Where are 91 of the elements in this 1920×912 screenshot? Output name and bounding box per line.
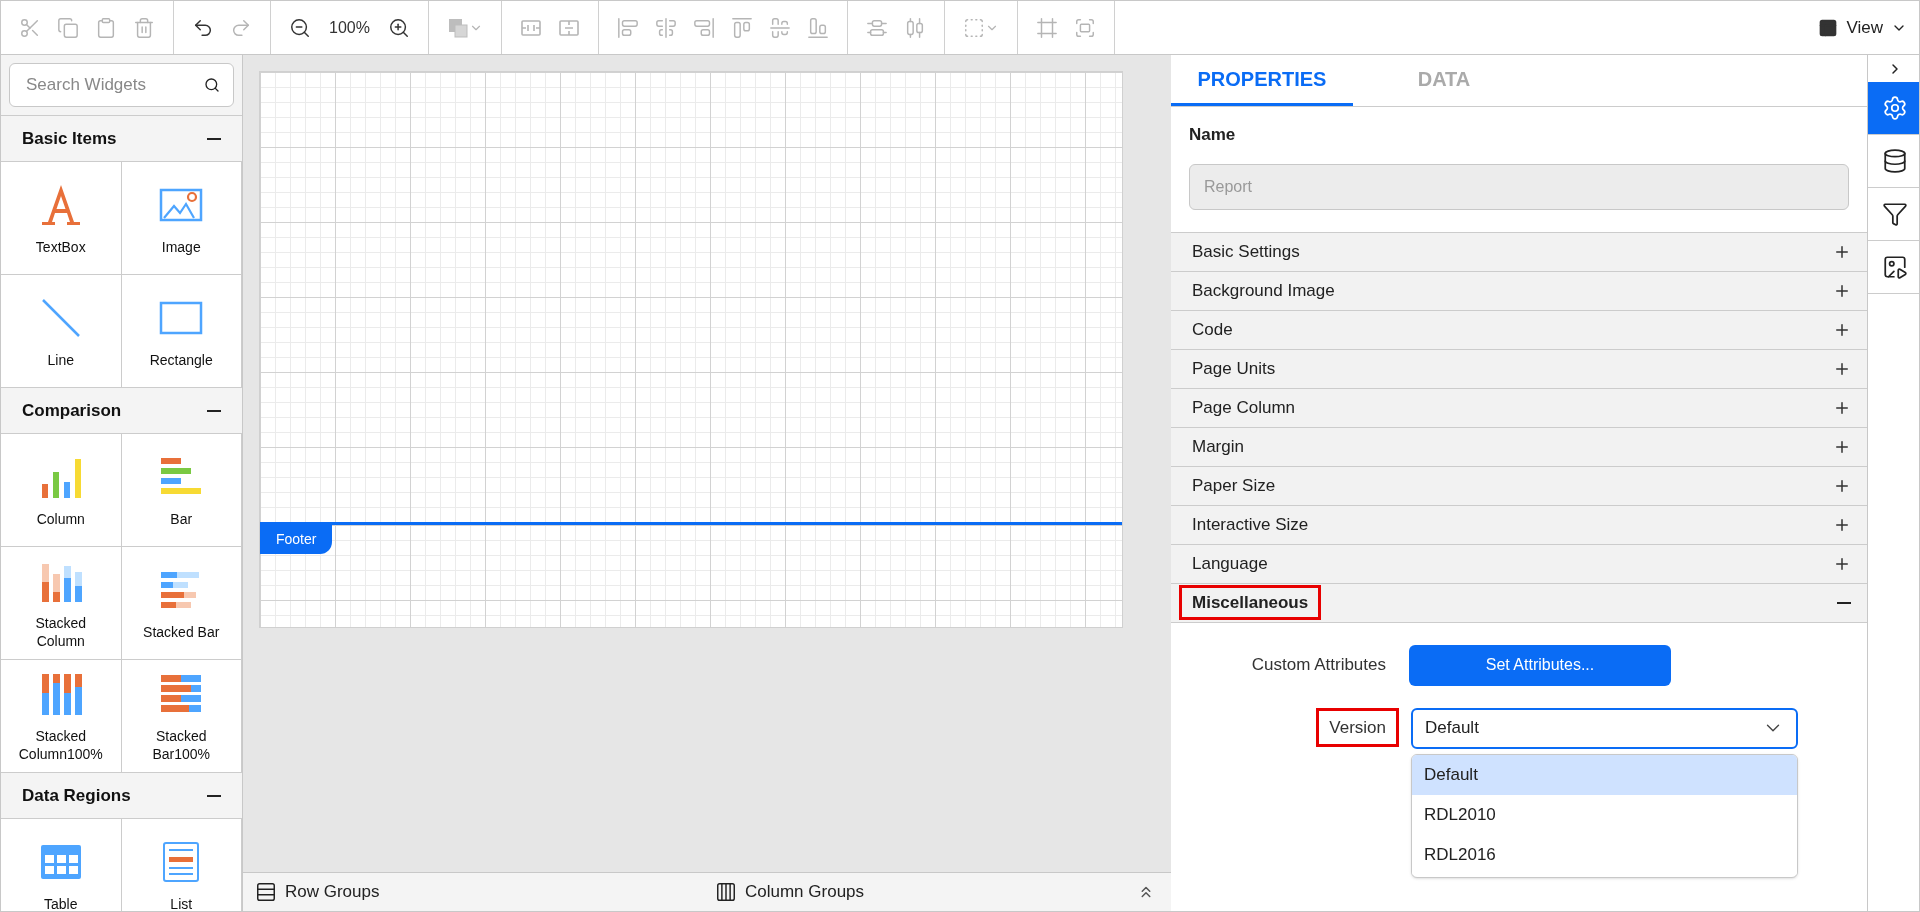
- group-button[interactable]: Column Groups: [715, 879, 865, 905]
- align-right-icon: [692, 16, 715, 39]
- widget-tile[interactable]: Table: [1, 819, 122, 911]
- panel-tab[interactable]: PROPERTIES: [1171, 55, 1353, 106]
- widget-label: Stacked Bar: [143, 623, 220, 641]
- accordion-header[interactable]: Miscellaneous: [1171, 583, 1867, 623]
- widget-label: Image: [161, 238, 201, 256]
- database-icon: [1881, 148, 1908, 174]
- widget-label: Stacked Column100%: [18, 727, 103, 763]
- name-label: Name: [1189, 124, 1237, 146]
- version-dropdown[interactable]: Default: [1411, 707, 1798, 749]
- accordion-title: Code: [1191, 318, 1234, 341]
- field-label: Version: [1316, 707, 1399, 747]
- dropdown-option[interactable]: RDL2016: [1412, 834, 1797, 875]
- minus-icon: [207, 137, 221, 140]
- accordion-title: Miscellaneous: [1179, 584, 1322, 621]
- align-top-icon: [730, 16, 753, 39]
- align-left-icon: [616, 16, 639, 39]
- clipboard-icon: [95, 16, 117, 39]
- accordion-header[interactable]: Page Units: [1171, 349, 1867, 389]
- layout-icon: [1818, 17, 1839, 38]
- widget-tile[interactable]: Bar: [121, 434, 242, 547]
- settings-icon: [1881, 95, 1908, 121]
- dashed-square-icon: [962, 16, 985, 39]
- widget-label: Stacked Column: [34, 614, 88, 650]
- minus-icon: [1837, 601, 1851, 604]
- widget-label: Stacked Bar100%: [151, 727, 212, 763]
- accordion-title: Page Column: [1191, 396, 1296, 419]
- accordion-header[interactable]: Basic Settings: [1171, 232, 1867, 272]
- fill-color-icon: [446, 16, 469, 39]
- image-settings-icon: [1881, 254, 1908, 280]
- frame-icon: [1035, 16, 1058, 39]
- align-bottom-icon: [806, 16, 829, 39]
- accordion-title: Interactive Size: [1191, 513, 1310, 536]
- zoom-out-icon: [289, 16, 311, 39]
- minus-icon: [207, 409, 221, 412]
- dropdown-option[interactable]: Default: [1412, 754, 1797, 795]
- accordion-title: Paper Size: [1191, 474, 1277, 497]
- accordion-title: Background Image: [1191, 279, 1336, 302]
- set-attributes-button[interactable]: Set Attributes...: [1409, 644, 1671, 686]
- zoom-level: 100%: [328, 17, 371, 38]
- dropdown-option[interactable]: RDL2010: [1412, 794, 1797, 835]
- widget-tile[interactable]: Stacked Bar: [121, 547, 242, 660]
- accordion-title: Language: [1191, 552, 1269, 575]
- widget-label: List: [170, 895, 193, 911]
- widget-tile[interactable]: Line: [1, 275, 122, 388]
- section-title: Comparison: [22, 399, 122, 422]
- accordion-header[interactable]: Language: [1171, 544, 1867, 584]
- copy-icon: [57, 16, 79, 39]
- widget-tile[interactable]: TextBox: [1, 162, 122, 275]
- dropdown-value: Default: [1425, 717, 1479, 740]
- widget-tile[interactable]: Image: [121, 162, 242, 275]
- zoom-in-icon: [387, 16, 410, 39]
- widget-tile[interactable]: List: [121, 819, 242, 911]
- accordion-title: Margin: [1191, 435, 1245, 458]
- widget-label: Bar: [170, 510, 193, 528]
- columns-icon: [715, 881, 737, 903]
- accordion-title: Page Units: [1191, 357, 1277, 380]
- minus-icon: [207, 794, 221, 797]
- accordion-header[interactable]: Page Column: [1171, 388, 1867, 428]
- accordion-header[interactable]: Code: [1171, 310, 1867, 350]
- view-button[interactable]: View: [1818, 14, 1907, 41]
- section-title: Data Regions: [22, 784, 131, 807]
- widget-tile[interactable]: Stacked Bar100%: [121, 660, 242, 773]
- accordion-header[interactable]: Margin: [1171, 427, 1867, 467]
- search-icon: [204, 77, 220, 93]
- accordion-header[interactable]: Paper Size: [1171, 466, 1867, 506]
- search-field[interactable]: Search Widgets: [9, 63, 234, 107]
- section-title: Basic Items: [22, 127, 117, 150]
- fullscreen-icon: [1073, 16, 1096, 39]
- accordion-header[interactable]: Interactive Size: [1171, 505, 1867, 545]
- widget-label: Line: [47, 351, 74, 369]
- widget-tile[interactable]: Rectangle: [121, 275, 242, 388]
- group-button[interactable]: Row Groups: [255, 879, 715, 905]
- scissors-icon: [19, 16, 41, 39]
- widget-label: TextBox: [35, 238, 86, 256]
- rows-icon: [255, 881, 277, 903]
- align-center-icon: [654, 16, 677, 39]
- widget-label: Column: [36, 510, 85, 528]
- widget-tile[interactable]: Stacked Column: [1, 547, 122, 660]
- widget-label: Rectangle: [149, 351, 213, 369]
- widget-label: Table: [44, 895, 78, 911]
- accordion-title: Basic Settings: [1191, 240, 1301, 263]
- align-middle-icon: [768, 16, 791, 39]
- widget-tile[interactable]: Stacked Column100%: [1, 660, 122, 773]
- widget-tile[interactable]: Column: [1, 434, 122, 547]
- field-label: Custom Attributes: [1250, 654, 1387, 677]
- trash-icon: [133, 16, 155, 39]
- accordion-header[interactable]: Background Image: [1171, 271, 1867, 311]
- filter-icon: [1881, 201, 1908, 227]
- footer-tab[interactable]: Footer: [260, 525, 333, 554]
